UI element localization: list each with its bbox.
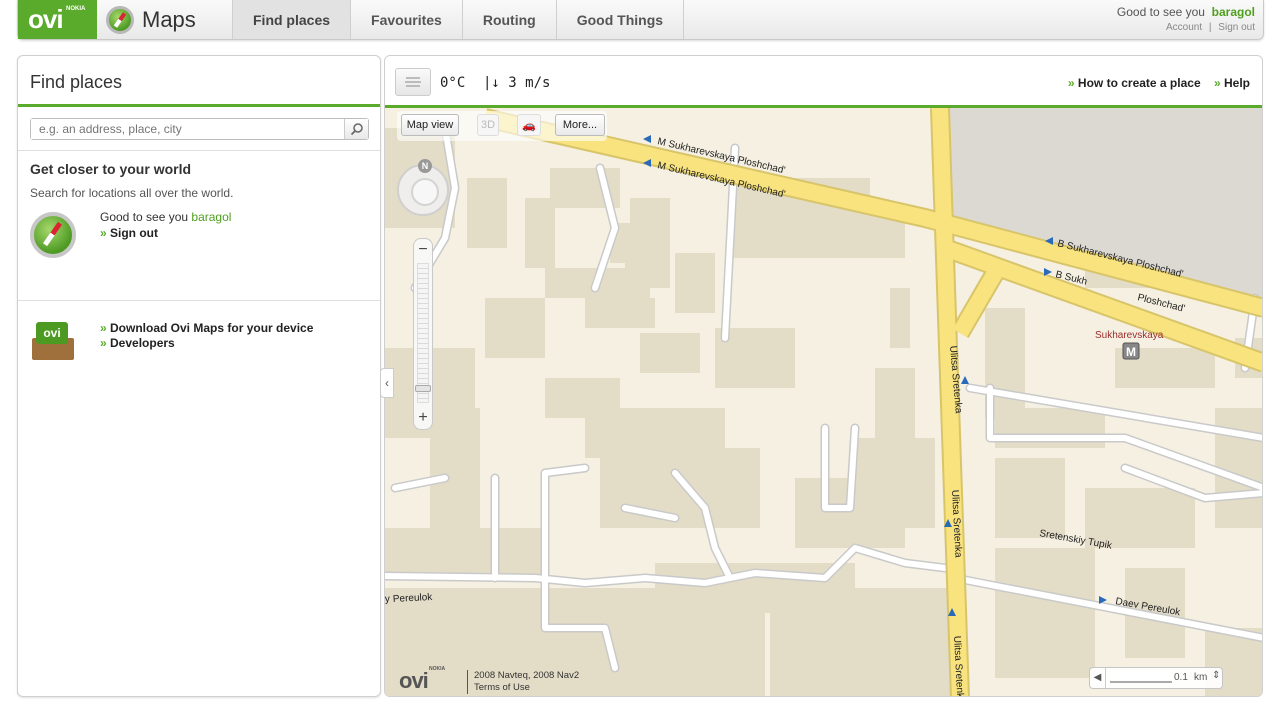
collapse-panel-button[interactable]: ‹: [380, 368, 394, 398]
weather-icon[interactable]: [395, 68, 431, 96]
search-box: [30, 118, 369, 140]
tab-favourites[interactable]: Favourites: [350, 0, 462, 39]
find-places-panel: Find places Get closer to your world Sea…: [17, 55, 381, 697]
search-button[interactable]: [344, 119, 368, 139]
how-to-create-place-link[interactable]: How to create a place: [1068, 76, 1201, 90]
map-header-divider: [385, 105, 1262, 108]
user-box: Good to see you baragol Account | Sign o…: [1117, 5, 1255, 33]
panel-sign-out-link[interactable]: Sign out: [100, 226, 158, 240]
username: baragol: [1211, 5, 1255, 19]
ovi-map-logo: ovi NOKIA: [399, 666, 445, 694]
copyright-text: 2008 Navteq, 2008 Nav2: [474, 670, 580, 681]
greeting-text: Good to see you: [1116, 5, 1205, 19]
metro-station[interactable]: M: [1122, 342, 1140, 360]
zoom-track[interactable]: [417, 263, 429, 403]
separator: [18, 300, 380, 301]
compass-icon: [30, 212, 76, 258]
search-input[interactable]: [31, 119, 336, 139]
search-icon: [350, 123, 363, 136]
panel-greeting: Good to see you baragol: [100, 210, 231, 224]
3d-button[interactable]: 3D: [477, 114, 499, 136]
more-button[interactable]: More...: [555, 114, 605, 136]
zoom-control: − +: [413, 238, 433, 430]
top-bar: ovi NOKIA Maps Find places Favourites Ro…: [17, 0, 1264, 40]
download-box-icon: ovi: [30, 322, 78, 362]
box-label: ovi: [36, 322, 68, 344]
zoom-slider-thumb[interactable]: [415, 385, 431, 392]
panel-divider: [18, 104, 380, 107]
sign-out-link[interactable]: Sign out: [1218, 22, 1255, 33]
separator: [18, 150, 380, 151]
fog-icon: [405, 77, 421, 87]
promo-text: Search for locations all over the world.: [30, 186, 234, 200]
tab-good-things[interactable]: Good Things: [555, 0, 685, 39]
street-label-prefix: y: [385, 594, 390, 605]
panel-greeting-text: Good to see you: [100, 210, 189, 224]
temperature: 0°C: [440, 75, 466, 91]
unit-spinner-icon[interactable]: ⇕: [1212, 670, 1220, 681]
scale-control[interactable]: ◀ 0.1 km ⇕: [1089, 667, 1223, 689]
ovi-logo[interactable]: ovi NOKIA: [18, 0, 97, 39]
map-logo-nokia: NOKIA: [429, 666, 446, 672]
compass-icon: [106, 6, 134, 34]
metro-label: Sukharevskaya: [1095, 330, 1164, 341]
panel-title: Find places: [30, 72, 123, 92]
account-link[interactable]: Account: [1166, 22, 1202, 33]
map-view-button[interactable]: Map view: [401, 114, 459, 136]
scale-left-icon[interactable]: ◀: [1090, 668, 1106, 688]
pan-control[interactable]: N: [397, 159, 449, 216]
wind: |↓ 3 m/s: [483, 75, 551, 91]
panel-username: baragol: [191, 210, 232, 224]
metro-icon: M: [1126, 345, 1136, 359]
download-ovi-maps-link[interactable]: Download Ovi Maps for your device: [100, 321, 313, 335]
terms-of-use-link[interactable]: Terms of Use: [474, 682, 579, 694]
north-indicator: N: [418, 159, 432, 173]
main-tabs: Find places Favourites Routing Good Thin…: [232, 0, 685, 39]
tab-find-places[interactable]: Find places: [232, 0, 351, 39]
street-label: Pereulok: [393, 592, 434, 605]
scale-unit: km: [1194, 672, 1208, 683]
app-name: Maps: [142, 7, 196, 32]
developers-link[interactable]: Developers: [100, 336, 175, 350]
map-canvas[interactable]: M M Sukharevskaya Ploshchad' M Sukharevs…: [385, 108, 1263, 697]
copyright: 2008 Navteq, 2008 Nav2 Terms of Use: [467, 670, 579, 694]
ovi-logo-text: ovi: [28, 4, 64, 34]
tab-routing[interactable]: Routing: [461, 0, 556, 39]
help-link[interactable]: Help: [1214, 76, 1250, 90]
map-header: 0°C |↓ 3 m/s How to create a place Help: [385, 56, 1262, 105]
zoom-in-button[interactable]: +: [414, 409, 432, 427]
zoom-out-button[interactable]: −: [414, 241, 432, 259]
scale-value: 0.1: [1174, 672, 1188, 683]
map-logo-text: ovi: [399, 668, 429, 693]
nokia-logo-text: NOKIA: [66, 6, 86, 12]
maps-app-title[interactable]: Maps: [106, 4, 196, 36]
promo-title: Get closer to your world: [30, 161, 192, 177]
scale-bar: [1110, 673, 1172, 683]
chevron-left-icon: ‹: [385, 376, 389, 390]
car-icon: 🚗: [522, 119, 536, 132]
traffic-button[interactable]: 🚗: [517, 114, 541, 136]
map-panel: 0°C |↓ 3 m/s How to create a place Help: [384, 55, 1263, 697]
link-divider: |: [1208, 22, 1212, 33]
